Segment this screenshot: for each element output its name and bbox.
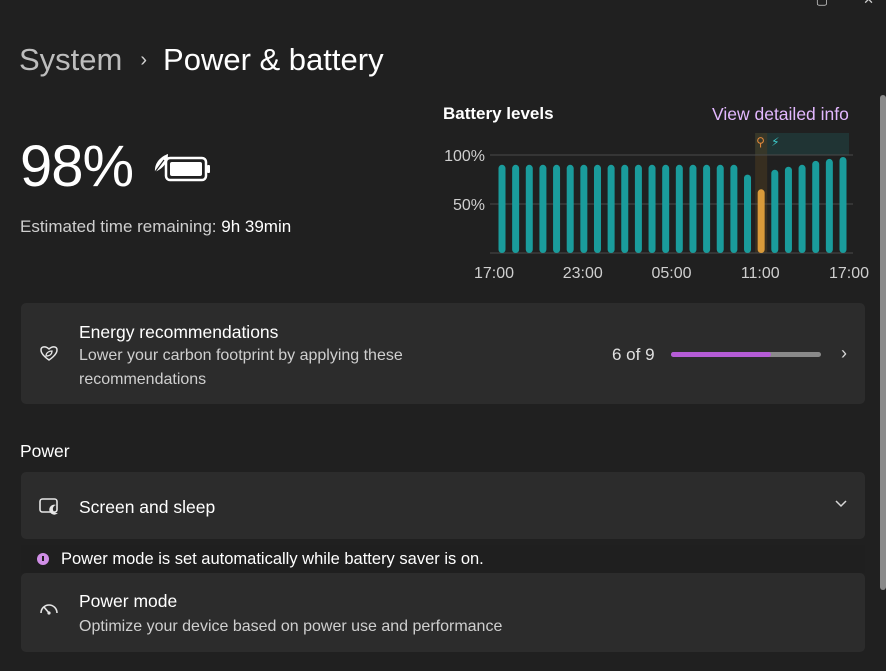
power-mode-subtitle: Optimize your device based on power use … [79,618,503,635]
close-icon[interactable]: ✕ [863,0,874,8]
chart-bar [771,169,779,253]
estimated-time-remaining: Estimated time remaining: 9h 39min [20,217,291,237]
battery-saver-icon [154,154,210,182]
chart-bar [634,164,642,253]
chart-highlight-band [755,133,849,155]
chart-x-tick-label: 05:00 [651,265,691,282]
chart-bar [539,164,547,253]
energy-count: 6 of 9 [612,345,655,364]
screen-and-sleep-card[interactable]: Screen and sleep [21,472,865,539]
screen-and-sleep-title: Screen and sleep [79,497,216,517]
chart-bar [716,164,724,253]
chart-y-tick-label: 50% [453,197,485,214]
chart-bar [553,164,561,253]
chart-bar [607,164,615,253]
restore-icon[interactable]: ▢ [816,0,828,8]
chart-bar [498,164,506,253]
chart-bar [621,164,629,253]
chart-bar [648,164,656,253]
chart-bar [675,164,683,253]
chevron-right-icon[interactable]: › [841,343,847,364]
chart-bar [825,158,833,253]
window-controls: ▢ ✕ [766,0,886,10]
chart-bar [798,164,806,253]
chart-bar [730,164,738,253]
chart-bar [839,156,847,253]
power-mode-title: Power mode [79,591,178,611]
plug-icon: ⚲ [756,135,765,149]
chevron-down-icon[interactable] [835,500,847,508]
page-title: Power & battery [163,42,384,77]
battery-levels-chart: 100% 50% ⚲ ⚡ 17:00 23:00 05:00 11:00 17:00 [444,133,869,282]
power-mode-card[interactable]: Power mode Optimize your device based on… [21,573,865,652]
chart-bar [662,164,670,253]
lightning-icon: ⚡ [771,135,779,149]
chart-bar [512,164,520,253]
chart-bar [593,164,601,253]
power-section-title: Power [20,441,70,461]
energy-progress-bar [671,352,821,357]
chart-bar [757,189,765,253]
estimated-label: Estimated time remaining: [20,217,217,236]
chart-bar [784,166,792,253]
chart-bar [744,174,752,253]
chevron-right-icon: › [140,48,148,71]
view-detailed-info-link[interactable]: View detailed info [712,104,849,125]
breadcrumb: System › Power & battery [19,42,384,78]
battery-saver-notice: Power mode is set automatically while ba… [21,545,865,573]
chart-bar [580,164,588,253]
battery-levels-title: Battery levels [443,104,554,123]
chart-bar [566,164,574,253]
energy-progress-fill [671,352,772,357]
energy-title: Energy recommendations [79,322,279,342]
notice-text: Power mode is set automatically while ba… [61,550,484,568]
screen-sleep-icon [39,498,58,515]
leaf-heart-icon [40,346,58,361]
battery-percentage: 98% [20,134,134,199]
chart-x-tick-label: 17:00 [474,265,514,282]
chart-x-tick-label: 23:00 [563,265,603,282]
chart-bar [812,160,820,253]
chart-x-tick-label: 17:00 [829,265,869,282]
chart-bar [689,164,697,253]
energy-recommendations-card[interactable]: Energy recommendations Lower your carbon… [21,303,865,404]
info-icon [37,553,49,565]
estimated-value: 9h 39min [221,217,292,236]
gauge-icon [40,604,58,615]
chart-x-tick-label: 11:00 [741,265,780,282]
chart-bar [525,164,533,253]
energy-subtitle: Lower your carbon footprint by applying … [79,347,403,388]
chart-bar [703,164,711,253]
breadcrumb-system[interactable]: System [19,42,122,78]
chart-y-tick-label: 100% [444,148,485,165]
scrollbar[interactable] [880,95,886,590]
